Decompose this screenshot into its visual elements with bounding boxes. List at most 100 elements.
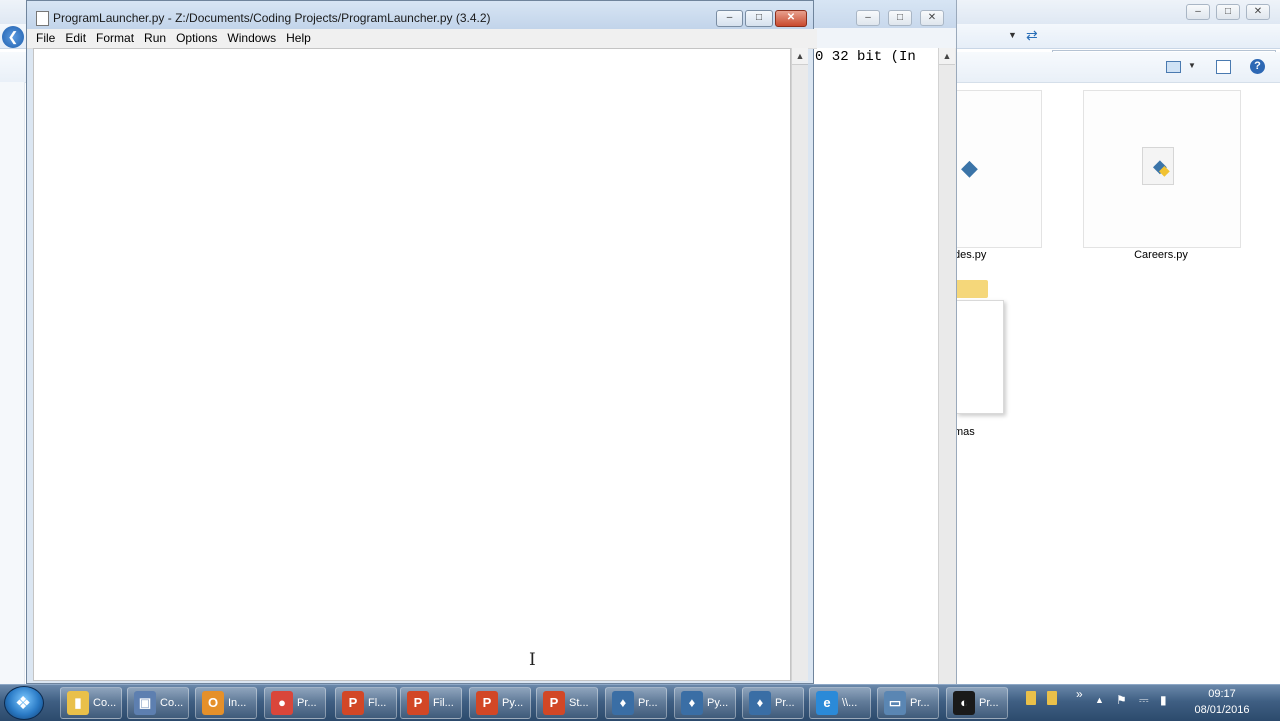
idle-editor-window: ProgramLauncher.py - Z:/Documents/Coding… <box>26 0 817 684</box>
scroll-up-arrow-icon[interactable]: ▲ <box>792 48 808 65</box>
view-options-icon[interactable] <box>1166 61 1181 73</box>
chevron-icon[interactable]: » <box>1076 687 1083 701</box>
file-name: Careers.py <box>1134 249 1188 261</box>
minimize-button[interactable]: – <box>716 10 743 27</box>
file-name: des.py <box>954 249 987 261</box>
taskbar-button[interactable]: ◐ Pr... <box>946 687 1008 719</box>
file-tile[interactable]: ◆ ◆ <box>1083 90 1241 248</box>
chrome-icon: ● <box>271 691 293 715</box>
taskbar-button-label: Py... <box>707 697 729 709</box>
editor-titlebar: ProgramLauncher.py - Z:/Documents/Coding… <box>27 1 813 29</box>
powerpoint-icon: P <box>543 691 565 715</box>
taskbar-button-label: Pr... <box>979 697 999 709</box>
outlook-icon: O <box>202 691 224 715</box>
shell-scrollbar[interactable]: ▲ <box>938 48 956 684</box>
taskbar-button[interactable]: ♦ Py... <box>674 687 736 719</box>
python-shell-window: – □ ✕ 0 32 bit (In ▲ <box>806 0 957 684</box>
taskbar-button[interactable]: ♦ Pr... <box>742 687 804 719</box>
windows-logo-icon: ❖ <box>15 693 32 713</box>
view-dropdown-icon[interactable]: ▼ <box>1188 61 1196 70</box>
close-button[interactable]: ✕ <box>775 10 807 27</box>
menu-help[interactable]: Help <box>281 29 316 46</box>
clock-time[interactable]: 09:17 <box>1197 688 1247 700</box>
explorer-maximize-button[interactable]: □ <box>1216 4 1240 20</box>
menu-windows[interactable]: Windows <box>222 29 281 46</box>
ie-icon: e <box>816 691 838 715</box>
shell-close-button[interactable]: ✕ <box>920 10 944 26</box>
menu-file[interactable]: File <box>31 29 60 46</box>
python-icon: ♦ <box>612 691 634 715</box>
back-arrow-icon[interactable]: ❮ <box>2 26 24 48</box>
power-icon[interactable]: ⎓ <box>1139 693 1149 708</box>
folder-icon[interactable] <box>1047 691 1057 705</box>
taskbar-button-label: Pr... <box>638 697 658 709</box>
taskbar-button[interactable]: P Fil... <box>400 687 462 719</box>
shell-titlebar: – □ ✕ <box>806 0 956 28</box>
file-tile[interactable]: ◆ <box>954 90 1042 248</box>
help-icon[interactable]: ? <box>1250 59 1265 74</box>
taskbar-button-label: \\... <box>842 697 858 709</box>
show-hidden-icons-icon[interactable]: ▲ <box>1095 695 1104 705</box>
circle-app-icon: ◐ <box>953 691 975 715</box>
clock-date[interactable]: 08/01/2016 <box>1190 704 1254 716</box>
powerpoint-icon: P <box>407 691 429 715</box>
folder-icon: ▮ <box>67 691 89 715</box>
python-file-icon: ◆ ◆ <box>1142 147 1174 185</box>
taskbar-button[interactable]: ▮ Co... <box>60 687 122 719</box>
taskbar: ❖ ▮ Co... ▣ Co... O In... ● Pr... P Fl... P Fil... P… <box>0 684 1280 721</box>
menu-bar: File Edit Format Run Options Windows Help <box>27 29 817 49</box>
powerpoint-icon: P <box>476 691 498 715</box>
taskbar-button[interactable]: e \\... <box>809 687 871 719</box>
folder-body <box>956 300 1004 414</box>
python-file-icon <box>36 11 49 26</box>
python-file-icon: ◆ <box>961 155 978 180</box>
maximize-button[interactable]: □ <box>745 10 773 27</box>
folder-icon[interactable] <box>954 280 988 298</box>
address-dropdown-icon[interactable]: ▼ <box>1008 30 1017 40</box>
menu-edit[interactable]: Edit <box>60 29 91 46</box>
explorer-minimize-button[interactable]: – <box>1186 4 1210 20</box>
taskbar-button-label: In... <box>228 697 247 709</box>
network-icon[interactable]: ▮ <box>1160 693 1167 707</box>
taskbar-button-label: Fl... <box>368 697 387 709</box>
folder-name: mas <box>954 426 975 438</box>
code-editor[interactable] <box>33 48 791 681</box>
shell-output[interactable]: 0 32 bit (In <box>814 48 938 684</box>
taskbar-button[interactable]: P Fl... <box>335 687 397 719</box>
python-icon: ♦ <box>681 691 703 715</box>
navigation-pane <box>0 82 25 684</box>
taskbar-button-label: Co... <box>93 697 117 709</box>
folder-icon[interactable] <box>1026 691 1036 705</box>
taskbar-button-label: Py... <box>502 697 524 709</box>
taskbar-button-label: Fil... <box>433 697 454 709</box>
taskbar-button[interactable]: ● Pr... <box>264 687 326 719</box>
taskbar-button[interactable]: P St... <box>536 687 598 719</box>
action-center-icon[interactable]: ⚑ <box>1116 693 1127 707</box>
taskbar-button[interactable]: P Py... <box>469 687 531 719</box>
taskbar-button[interactable]: ♦ Pr... <box>605 687 667 719</box>
taskbar-button[interactable]: ▭ Pr... <box>877 687 939 719</box>
taskbar-button[interactable]: ▣ Co... <box>127 687 189 719</box>
window-title: ProgramLauncher.py - Z:/Documents/Coding… <box>53 11 491 25</box>
menu-format[interactable]: Format <box>91 29 139 46</box>
monitor-icon: ▭ <box>884 691 906 715</box>
taskbar-button-label: Co... <box>160 697 184 709</box>
menu-options[interactable]: Options <box>171 29 222 46</box>
explorer-close-button[interactable]: ✕ <box>1246 4 1270 20</box>
shell-maximize-button[interactable]: □ <box>888 10 912 26</box>
taskbar-button[interactable]: O In... <box>195 687 257 719</box>
refresh-icon[interactable]: ⇄ <box>1026 27 1038 44</box>
computer-icon: ▣ <box>134 691 156 715</box>
powerpoint-icon: P <box>342 691 364 715</box>
taskbar-button-label: St... <box>569 697 589 709</box>
menu-run[interactable]: Run <box>139 29 171 46</box>
taskbar-button-label: Pr... <box>297 697 317 709</box>
text-cursor-icon: I <box>529 650 536 670</box>
scroll-up-arrow-icon[interactable]: ▲ <box>939 48 955 65</box>
shell-output-text: 0 32 bit (In <box>815 49 916 65</box>
start-button[interactable]: ❖ <box>4 686 44 720</box>
shell-minimize-button[interactable]: – <box>856 10 880 26</box>
editor-scrollbar[interactable]: ▲ <box>791 48 808 681</box>
preview-pane-icon[interactable] <box>1216 60 1231 74</box>
python-icon: ♦ <box>749 691 771 715</box>
